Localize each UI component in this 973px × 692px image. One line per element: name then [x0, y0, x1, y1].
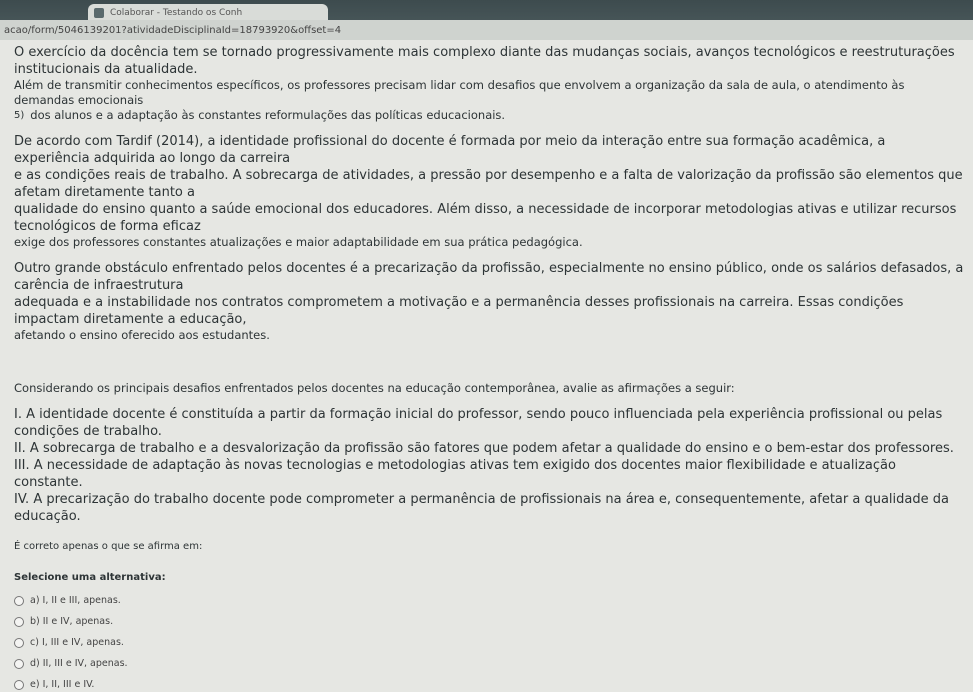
intro-line-3: dos alunos e a adaptação às constantes r…	[30, 108, 506, 122]
para2-line-4: exige dos professores constantes atualiz…	[14, 235, 583, 249]
para2-line-2: e as condições reais de trabalho. A sobr…	[14, 168, 963, 200]
question-prompt: Considerando os principais desafios enfr…	[14, 381, 735, 395]
select-title: Selecione uma alternativa:	[14, 572, 166, 583]
statement-3: III. A necessidade de adaptação às novas…	[14, 458, 896, 490]
browser-chrome: Colaborar - Testando os Conh acao/form/5…	[0, 0, 973, 40]
address-text: acao/form/5046139201?atividadeDisciplina…	[4, 24, 342, 36]
tab-favicon-icon	[94, 8, 104, 18]
radio-icon[interactable]	[14, 595, 24, 606]
para2-line-3: qualidade do ensino quanto a saúde emoci…	[14, 202, 957, 234]
question-number: 5)	[14, 110, 25, 121]
option-b-label: b) II e IV, apenas.	[30, 616, 114, 627]
option-c[interactable]: c) I, III e IV, apenas.	[14, 635, 964, 650]
radio-icon[interactable]	[14, 658, 24, 669]
radio-icon[interactable]	[14, 616, 24, 627]
option-d[interactable]: d) II, III e IV, apenas.	[14, 656, 964, 671]
radio-icon[interactable]	[14, 637, 24, 648]
option-b[interactable]: b) II e IV, apenas.	[14, 614, 964, 629]
statement-4: IV. A precarização do trabalho docente p…	[14, 492, 949, 524]
statement-1: I. A identidade docente é constituída a …	[14, 407, 943, 439]
option-c-label: c) I, III e IV, apenas.	[30, 637, 124, 648]
para3-line-3: afetando o ensino oferecido aos estudant…	[14, 328, 270, 342]
question-content: O exercício da docência tem se tornado p…	[14, 44, 964, 690]
option-e-label: e) I, II, III e IV.	[30, 679, 95, 690]
intro-line-2: Além de transmitir conhecimentos específ…	[14, 78, 905, 107]
correct-prompt: É correto apenas o que se afirma em:	[14, 541, 203, 552]
para2-line-1: De acordo com Tardif (2014), a identidad…	[14, 134, 886, 166]
para3-line-1: Outro grande obstáculo enfrentado pelos …	[14, 261, 964, 293]
paragraph-3: Outro grande obstáculo enfrentado pelos …	[14, 260, 964, 343]
option-e[interactable]: e) I, II, III e IV.	[14, 677, 964, 692]
options-list: a) I, II e III, apenas. b) II e IV, apen…	[14, 593, 964, 692]
statement-2: II. A sobrecarga de trabalho e a desvalo…	[14, 441, 954, 456]
statements: I. A identidade docente é constituída a …	[14, 406, 964, 525]
address-bar[interactable]: acao/form/5046139201?atividadeDisciplina…	[0, 20, 973, 40]
option-d-label: d) II, III e IV, apenas.	[30, 658, 128, 669]
intro-line-1: O exercício da docência tem se tornado p…	[14, 45, 955, 77]
paragraph-2: De acordo com Tardif (2014), a identidad…	[14, 133, 964, 250]
intro-paragraph: O exercício da docência tem se tornado p…	[14, 44, 964, 123]
para3-line-2: adequada e a instabilidade nos contratos…	[14, 295, 904, 327]
tab-title: Colaborar - Testando os Conh	[110, 8, 243, 18]
radio-icon[interactable]	[14, 679, 24, 690]
option-a-label: a) I, II e III, apenas.	[30, 595, 121, 606]
option-a[interactable]: a) I, II e III, apenas.	[14, 593, 964, 608]
